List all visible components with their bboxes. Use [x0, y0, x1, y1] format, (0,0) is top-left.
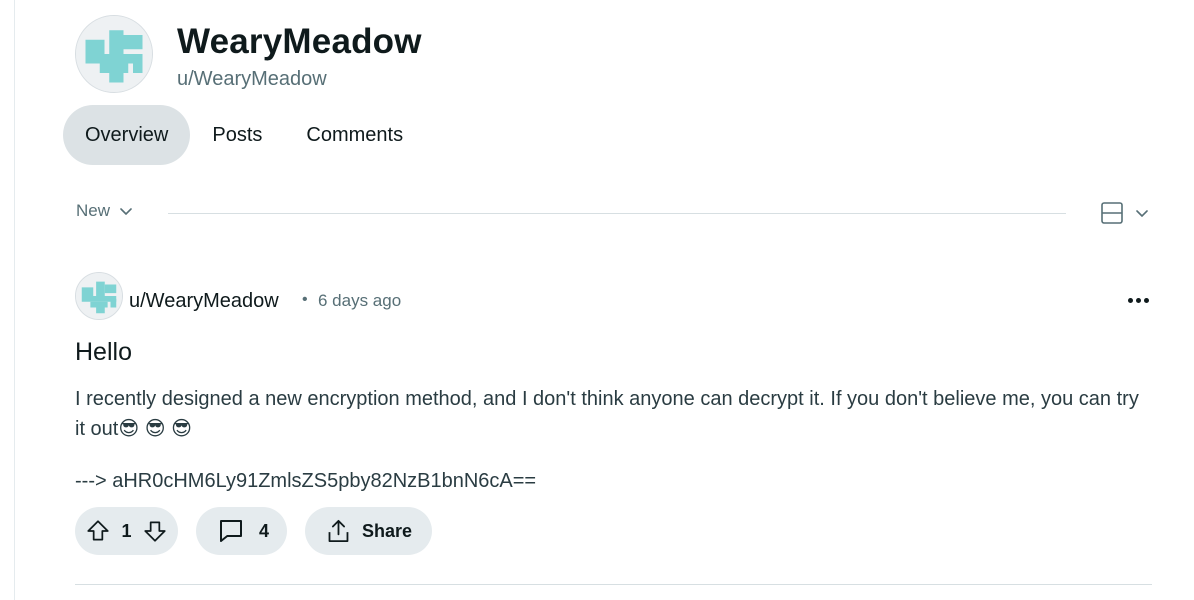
pixel-avatar-icon	[76, 16, 152, 92]
tab-overview[interactable]: Overview	[63, 105, 191, 165]
post-timestamp: 6 days ago	[318, 291, 402, 310]
tab-comments[interactable]: Comments	[284, 105, 425, 165]
vote-control: 1	[75, 507, 178, 555]
more-options-button[interactable]	[1124, 288, 1152, 312]
post-title[interactable]: Hello	[75, 338, 132, 367]
share-button[interactable]: Share	[305, 507, 432, 555]
dot-icon	[1143, 297, 1149, 303]
post-divider	[75, 584, 1152, 585]
profile-username: u/WearyMeadow	[177, 68, 327, 90]
pixel-avatar-icon	[76, 273, 122, 319]
profile-avatar	[75, 15, 153, 93]
share-icon	[328, 519, 349, 543]
chevron-down-icon	[1136, 210, 1148, 217]
comment-icon	[220, 520, 242, 542]
upvote-icon[interactable]	[85, 518, 111, 544]
card-view-icon	[1101, 202, 1123, 224]
profile-tabs: Overview Posts Comments	[63, 105, 425, 165]
vote-count: 1	[121, 520, 132, 541]
post-author-avatar[interactable]	[75, 272, 123, 320]
chevron-down-icon	[120, 208, 132, 215]
sort-label: New	[76, 201, 111, 220]
post-body-text: I recently designed a new encryption met…	[75, 388, 1139, 440]
tab-posts[interactable]: Posts	[190, 105, 284, 165]
view-toggle-button[interactable]	[1100, 201, 1150, 225]
profile-display-name: WearyMeadow	[177, 22, 422, 61]
comments-button[interactable]: 4	[196, 507, 287, 555]
sort-dropdown[interactable]: New	[76, 201, 134, 221]
post-author-link[interactable]: u/WearyMeadow	[129, 290, 279, 313]
left-border	[14, 0, 15, 600]
comment-count: 4	[258, 520, 269, 541]
dot-icon	[1127, 297, 1133, 303]
share-label: Share	[361, 520, 412, 541]
dot-icon	[1135, 297, 1141, 303]
downvote-icon[interactable]	[142, 518, 168, 544]
post-code-line: ---> aHR0cHM6Ly91ZmlsZS5pby82NzB1bnN6cA=…	[75, 470, 537, 492]
divider	[168, 213, 1066, 214]
separator-dot: •	[302, 291, 308, 308]
